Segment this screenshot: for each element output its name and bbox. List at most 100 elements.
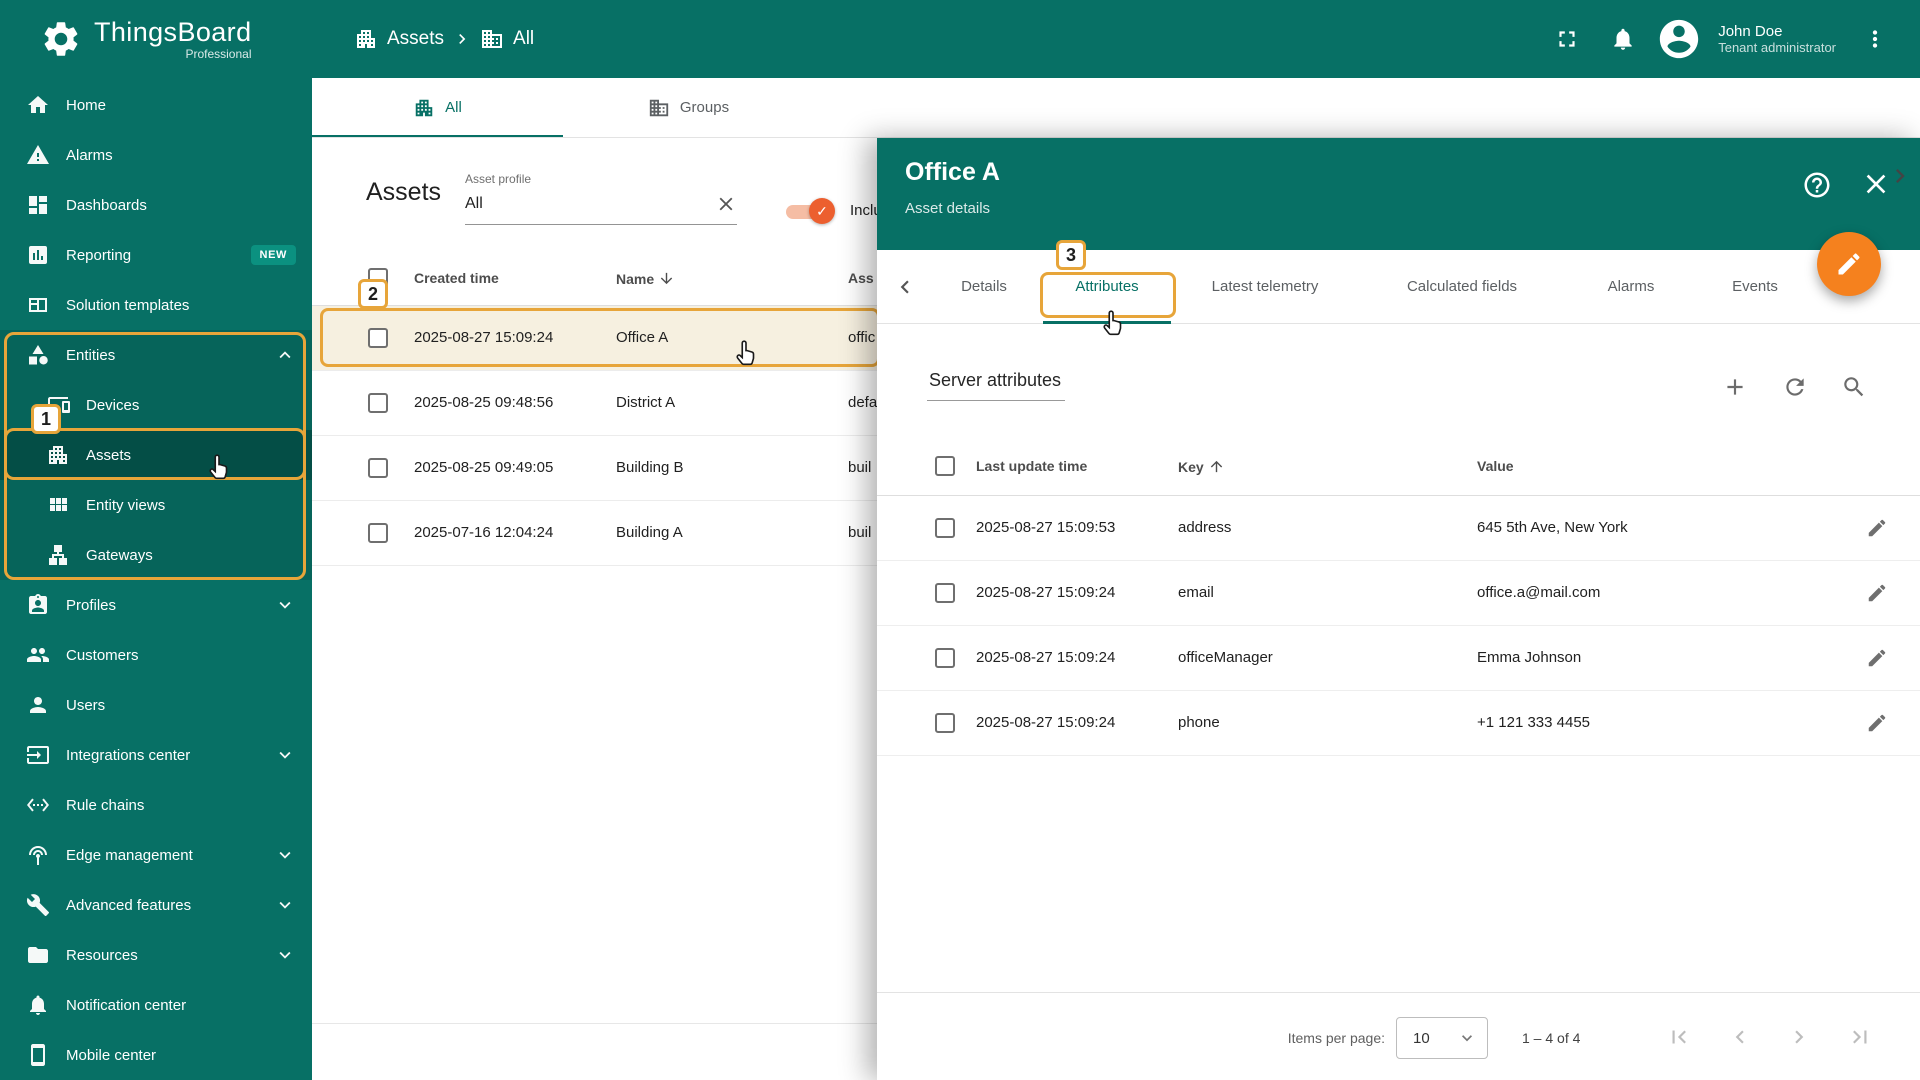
tab-groups[interactable]: Groups [563, 78, 814, 137]
row-checkbox[interactable] [935, 583, 955, 603]
breadcrumb: Assets All [354, 27, 534, 51]
sidebar-item-label: Customers [66, 646, 139, 664]
sidebar-item-assets[interactable]: Assets [0, 430, 312, 480]
sidebar-item-advanced-features[interactable]: Advanced features [0, 880, 312, 930]
attribute-row-email[interactable]: 2025-08-27 15:09:24 email office.a@mail.… [877, 561, 1920, 626]
chevron-down-icon [279, 951, 291, 959]
refresh-button[interactable] [1782, 374, 1808, 400]
last-page-button[interactable] [1847, 1024, 1873, 1050]
details-panel-tabs: Details Attributes Latest telemetry Calc… [877, 250, 1920, 324]
previous-page-button[interactable] [1727, 1024, 1753, 1050]
next-page-button[interactable] [1786, 1024, 1812, 1050]
sidebar-item-label: Alarms [66, 146, 113, 164]
sidebar-item-gateways[interactable]: Gateways [0, 530, 312, 580]
sidebar-item-profiles[interactable]: Profiles [0, 580, 312, 630]
cell-name: Building A [616, 524, 683, 541]
sidebar-item-integrations-center[interactable]: Integrations center [0, 730, 312, 780]
column-key[interactable]: Key [1178, 458, 1225, 475]
fullscreen-button[interactable] [1544, 16, 1590, 62]
edit-attribute-icon[interactable] [1866, 582, 1888, 604]
column-asset-profile[interactable]: Ass [848, 270, 874, 286]
row-checkbox[interactable] [368, 458, 388, 478]
search-button[interactable] [1841, 374, 1867, 400]
tab-calculated-fields[interactable]: Calculated fields [1359, 250, 1565, 324]
cell-value: office.a@mail.com [1477, 584, 1601, 601]
clear-filter-icon[interactable] [715, 193, 737, 215]
thingsboard-logo[interactable]: ThingsBoard Professional [0, 17, 312, 61]
sidebar-item-label: Rule chains [66, 796, 145, 814]
sidebar-item-notification-center[interactable]: Notification center [0, 980, 312, 1030]
cell-value: Emma Johnson [1477, 649, 1582, 666]
row-checkbox[interactable] [368, 523, 388, 543]
include-toggle[interactable]: ✓ [786, 198, 835, 224]
user-role: Tenant administrator [1718, 40, 1836, 55]
edit-pencil-icon [1838, 253, 1860, 275]
sidebar-item-rule-chains[interactable]: Rule chains [0, 780, 312, 830]
sidebar-item-label: Integrations center [66, 746, 191, 764]
row-checkbox[interactable] [368, 328, 388, 348]
user-info: John Doe Tenant administrator [1718, 23, 1836, 55]
tabs-scroll-right-button[interactable] [1886, 162, 1914, 190]
sidebar-item-home[interactable]: Home [0, 80, 312, 130]
breadcrumb-assets[interactable]: Assets [354, 27, 444, 51]
column-name[interactable]: Name [616, 270, 675, 287]
sidebar-item-label: Solution templates [66, 296, 190, 314]
user-avatar-button[interactable] [1656, 16, 1702, 62]
column-last-update-time[interactable]: Last update time [976, 458, 1087, 474]
sidebar-item-reporting[interactable]: Reporting NEW [0, 230, 312, 280]
sidebar-nav: Home Alarms Dashboards Reporting NEW Sol… [0, 78, 312, 1080]
first-page-button[interactable] [1666, 1024, 1692, 1050]
attribute-scope-selector[interactable]: Server attributes [927, 370, 1066, 401]
chevron-up-icon [279, 351, 291, 359]
breadcrumb-all[interactable]: All [480, 27, 534, 51]
sidebar-item-mobile-center[interactable]: Mobile center [0, 1030, 312, 1080]
sidebar-item-entity-views[interactable]: Entity views [0, 480, 312, 530]
notifications-button[interactable] [1600, 16, 1646, 62]
edit-fab-button[interactable] [1817, 232, 1881, 296]
edit-attribute-icon[interactable] [1866, 647, 1888, 669]
tab-alarms[interactable]: Alarms [1565, 250, 1697, 324]
sidebar-item-label: Entity views [86, 496, 166, 514]
cell-last-update-time: 2025-08-27 15:09:24 [976, 649, 1116, 666]
cell-created-time: 2025-08-25 09:49:05 [414, 459, 554, 476]
tab-events[interactable]: Events [1697, 250, 1813, 324]
sidebar-item-alarms[interactable]: Alarms [0, 130, 312, 180]
tab-all[interactable]: All [312, 78, 563, 137]
sidebar-item-solution-templates[interactable]: Solution templates [0, 280, 312, 330]
sidebar-item-dashboards[interactable]: Dashboards [0, 180, 312, 230]
chevron-down-icon [279, 601, 291, 609]
column-created-time[interactable]: Created time [414, 270, 499, 286]
tab-details[interactable]: Details [925, 250, 1043, 324]
tab-latest-telemetry[interactable]: Latest telemetry [1171, 250, 1359, 324]
asset-profile-filter[interactable]: Asset profile All [465, 172, 737, 225]
attribute-row-phone[interactable]: 2025-08-27 15:09:24 phone +1 121 333 445… [877, 691, 1920, 756]
sidebar-item-entities[interactable]: Entities [0, 330, 312, 380]
more-menu-button[interactable] [1852, 16, 1898, 62]
sidebar-item-label: Reporting [66, 246, 132, 264]
annotation-outline-row [320, 308, 880, 367]
edit-attribute-icon[interactable] [1866, 712, 1888, 734]
tabs-scroll-left-button[interactable] [885, 274, 925, 300]
chevron-down-icon [1462, 1035, 1472, 1042]
attribute-row-office-manager[interactable]: 2025-08-27 15:09:24 officeManager Emma J… [877, 626, 1920, 691]
row-checkbox[interactable] [935, 518, 955, 538]
column-value[interactable]: Value [1477, 458, 1514, 474]
row-checkbox[interactable] [935, 648, 955, 668]
edit-attribute-icon[interactable] [1866, 517, 1888, 539]
top-bar: ThingsBoard Professional Assets All John… [0, 0, 1920, 78]
add-attribute-button[interactable] [1722, 374, 1748, 400]
row-checkbox[interactable] [368, 393, 388, 413]
cell-value: 645 5th Ave, New York [1477, 519, 1628, 536]
sidebar-item-resources[interactable]: Resources [0, 930, 312, 980]
cell-name: District A [616, 394, 676, 411]
attribute-row-address[interactable]: 2025-08-27 15:09:53 address 645 5th Ave,… [877, 496, 1920, 561]
chevron-down-icon [279, 751, 291, 759]
select-all-checkbox[interactable] [935, 456, 955, 476]
sidebar-item-customers[interactable]: Customers [0, 630, 312, 680]
help-icon[interactable] [1802, 170, 1832, 200]
sidebar-item-users[interactable]: Users [0, 680, 312, 730]
sidebar-item-edge-management[interactable]: Edge management [0, 830, 312, 880]
cell-key: address [1178, 519, 1232, 536]
items-per-page-select[interactable]: 10 [1396, 1017, 1488, 1059]
row-checkbox[interactable] [935, 713, 955, 733]
